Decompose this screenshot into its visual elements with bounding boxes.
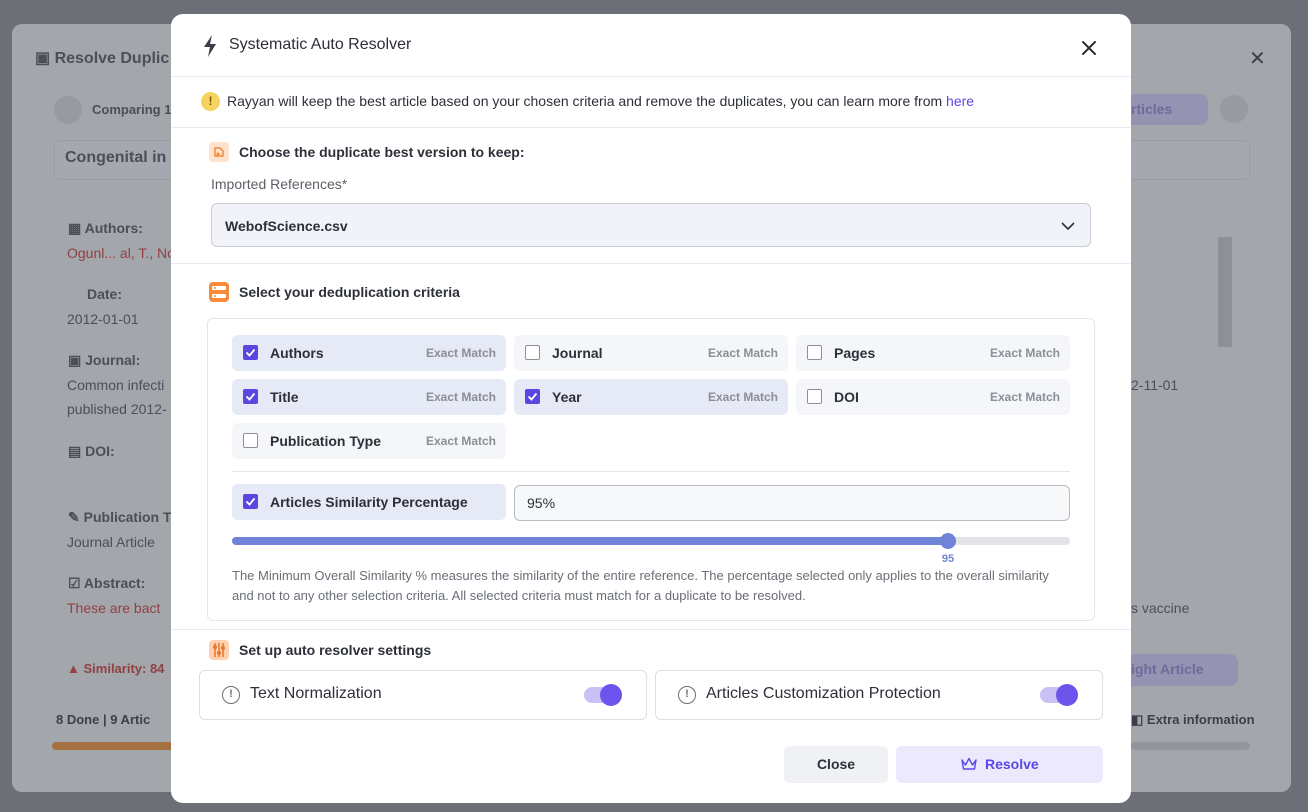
- criteria-box: Authors Exact Match Journal Exact Match Page…: [207, 318, 1095, 621]
- criterion-checkbox[interactable]: [243, 433, 258, 448]
- best-version-section: Choose the duplicate best version to kee…: [171, 128, 1131, 264]
- criterion-label: Authors: [270, 345, 324, 361]
- check-icon: [527, 392, 538, 401]
- slider-fill: [232, 537, 948, 545]
- criterion-pages[interactable]: Pages Exact Match: [796, 335, 1070, 371]
- criterion-year[interactable]: Year Exact Match: [514, 379, 788, 415]
- selected-reference: WebofScience.csv: [225, 218, 348, 234]
- best-version-title: Choose the duplicate best version to kee…: [239, 144, 525, 160]
- criterion-label: Pages: [834, 345, 876, 361]
- crown-icon: [961, 757, 977, 770]
- criterion-journal[interactable]: Journal Exact Match: [514, 335, 788, 371]
- check-icon: [245, 497, 256, 506]
- text-normalization-card: ! Text Normalization: [199, 670, 647, 720]
- imported-references-select[interactable]: WebofScience.csv: [211, 203, 1091, 247]
- criterion-match-type: Exact Match: [425, 434, 496, 448]
- criterion-label: Publication Type: [270, 433, 381, 449]
- criterion-label: Title: [270, 389, 299, 405]
- settings-title: Set up auto resolver settings: [239, 642, 432, 658]
- toggle-knob: [1056, 684, 1078, 706]
- close-button[interactable]: Close: [784, 746, 888, 783]
- criterion-match-type: Exact Match: [425, 390, 496, 404]
- settings-section: Set up auto resolver settings ! Text Nor…: [171, 630, 1131, 803]
- slider-value: 95: [941, 553, 955, 565]
- text-normalization-toggle[interactable]: [584, 684, 622, 706]
- slider-thumb[interactable]: [940, 533, 956, 549]
- criterion-publication-type[interactable]: Publication Type Exact Match: [232, 423, 506, 459]
- similarity-note: The Minimum Overall Similarity % measure…: [232, 568, 1049, 603]
- resolve-button[interactable]: Resolve: [896, 746, 1103, 783]
- criteria-title: Select your deduplication criteria: [239, 284, 460, 300]
- settings-sliders-icon: [209, 640, 229, 660]
- customization-protection-card: ! Articles Customization Protection: [655, 670, 1103, 720]
- info-text: Rayyan will keep the best article based …: [227, 93, 974, 109]
- criteria-divider: [232, 471, 1070, 472]
- info-icon: !: [678, 686, 696, 704]
- learn-more-link[interactable]: here: [946, 93, 974, 109]
- criterion-doi[interactable]: DOI Exact Match: [796, 379, 1070, 415]
- modal-title: Systematic Auto Resolver: [229, 36, 412, 53]
- criterion-match-type: Exact Match: [425, 346, 496, 360]
- auto-resolver-modal: Systematic Auto Resolver ! Rayyan will k…: [171, 14, 1131, 803]
- criterion-match-type: Exact Match: [989, 390, 1060, 404]
- resolve-label: Resolve: [985, 756, 1039, 772]
- list-icon: [209, 282, 229, 302]
- criterion-checkbox[interactable]: [243, 345, 258, 360]
- close-icon[interactable]: [1077, 36, 1101, 60]
- criterion-checkbox[interactable]: [807, 345, 822, 360]
- similarity-checkbox[interactable]: [243, 494, 258, 509]
- toggle-knob: [600, 684, 622, 706]
- customization-protection-toggle[interactable]: [1040, 684, 1078, 706]
- customization-protection-label: Articles Customization Protection: [706, 685, 941, 702]
- criterion-label: DOI: [834, 389, 859, 405]
- modal-header: Systematic Auto Resolver: [171, 14, 1131, 77]
- bolt-icon: [204, 35, 216, 57]
- criterion-checkbox[interactable]: [807, 389, 822, 404]
- similarity-slider[interactable]: [232, 533, 1070, 549]
- criterion-match-type: Exact Match: [707, 390, 778, 404]
- list-icon-glyph: [212, 286, 226, 298]
- criterion-label: Journal: [552, 345, 603, 361]
- check-icon: [245, 392, 256, 401]
- criteria-section: Select your deduplication criteria Autho…: [171, 264, 1131, 630]
- similarity-label: Articles Similarity Percentage: [270, 494, 468, 510]
- imported-references-label: Imported References*: [211, 176, 348, 192]
- check-icon: [245, 348, 256, 357]
- criterion-match-type: Exact Match: [989, 346, 1060, 360]
- criterion-checkbox[interactable]: [525, 389, 540, 404]
- criterion-checkbox[interactable]: [525, 345, 540, 360]
- similarity-input[interactable]: [514, 485, 1070, 521]
- file-icon-glyph: [214, 147, 224, 157]
- warning-icon: !: [201, 92, 220, 111]
- criterion-similarity[interactable]: Articles Similarity Percentage: [232, 484, 506, 520]
- criterion-label: Year: [552, 389, 582, 405]
- criterion-title[interactable]: Title Exact Match: [232, 379, 506, 415]
- text-normalization-label: Text Normalization: [250, 685, 382, 702]
- info-banner: ! Rayyan will keep the best article base…: [171, 77, 1131, 128]
- settings-sliders-glyph: [213, 643, 225, 657]
- file-icon: [209, 142, 229, 162]
- info-icon: !: [222, 686, 240, 704]
- criterion-checkbox[interactable]: [243, 389, 258, 404]
- info-text-body: Rayyan will keep the best article based …: [227, 93, 947, 109]
- chevron-down-icon: [1061, 222, 1075, 231]
- criterion-match-type: Exact Match: [707, 346, 778, 360]
- criterion-authors[interactable]: Authors Exact Match: [232, 335, 506, 371]
